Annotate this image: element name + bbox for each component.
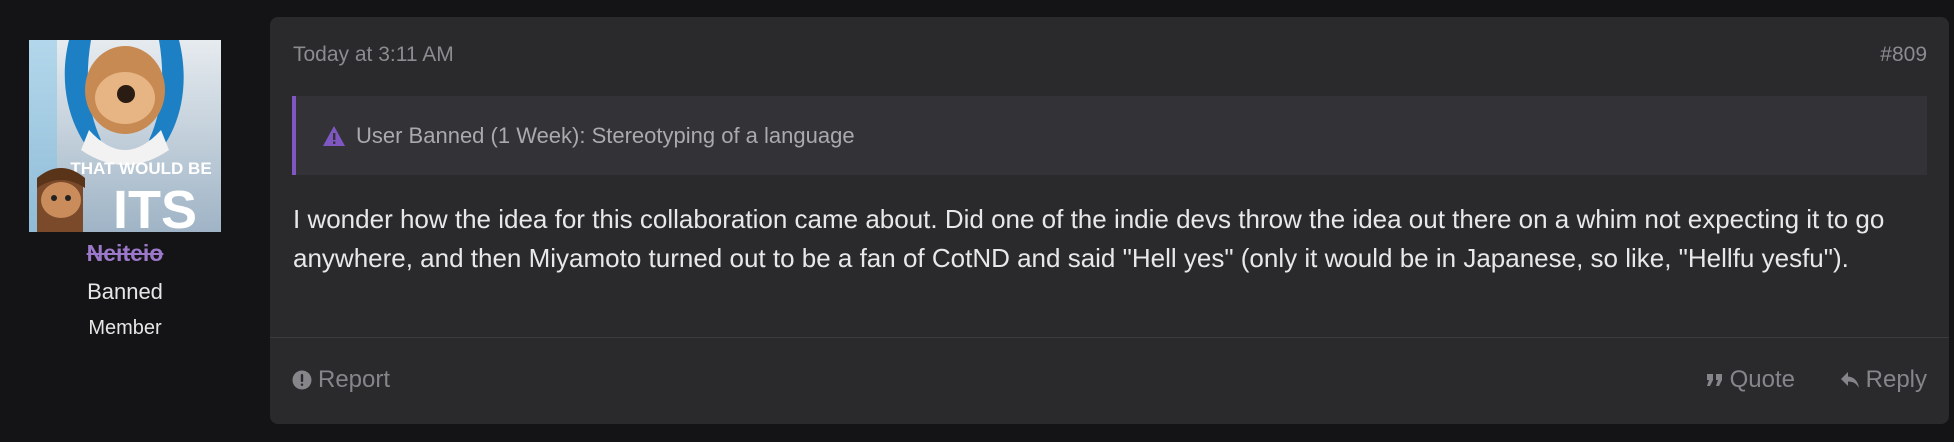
reply-label: Reply	[1865, 366, 1927, 393]
avatar[interactable]: THAT WOULD BE ITS	[29, 40, 221, 232]
ban-notice: User Banned (1 Week): Stereotyping of a …	[292, 96, 1927, 175]
reply-icon	[1840, 372, 1859, 388]
exclamation-circle-icon	[292, 370, 312, 390]
post-container: Today at 3:11 AM #809 User Banned (1 Wee…	[270, 17, 1949, 424]
avatar-image: THAT WOULD BE ITS	[29, 40, 221, 232]
warning-triangle-icon	[322, 125, 346, 147]
post-date[interactable]: Today at 3:11 AM	[293, 43, 454, 67]
user-role: Member	[88, 317, 162, 339]
report-button[interactable]: Report	[292, 366, 390, 394]
quote-button[interactable]: Quote	[1706, 366, 1795, 394]
ban-notice-text: User Banned (1 Week): Stereotyping of a …	[356, 123, 855, 148]
quote-label: Quote	[1729, 366, 1795, 393]
user-info-column: THAT WOULD BE ITS Neiteio Banned Member	[0, 0, 250, 442]
avatar-caption-top: THAT WOULD BE	[70, 159, 211, 178]
username[interactable]: Neiteio	[0, 240, 250, 267]
user-title: Banned	[87, 279, 163, 304]
reply-button[interactable]: Reply	[1840, 366, 1927, 394]
post-body: I wonder how the idea for this collabora…	[293, 204, 1885, 273]
avatar-caption-bottom: ITS	[113, 180, 197, 232]
quote-icon	[1706, 374, 1722, 386]
footer-divider	[270, 337, 1949, 338]
post-number[interactable]: #809	[1880, 43, 1927, 67]
report-label: Report	[318, 366, 391, 393]
